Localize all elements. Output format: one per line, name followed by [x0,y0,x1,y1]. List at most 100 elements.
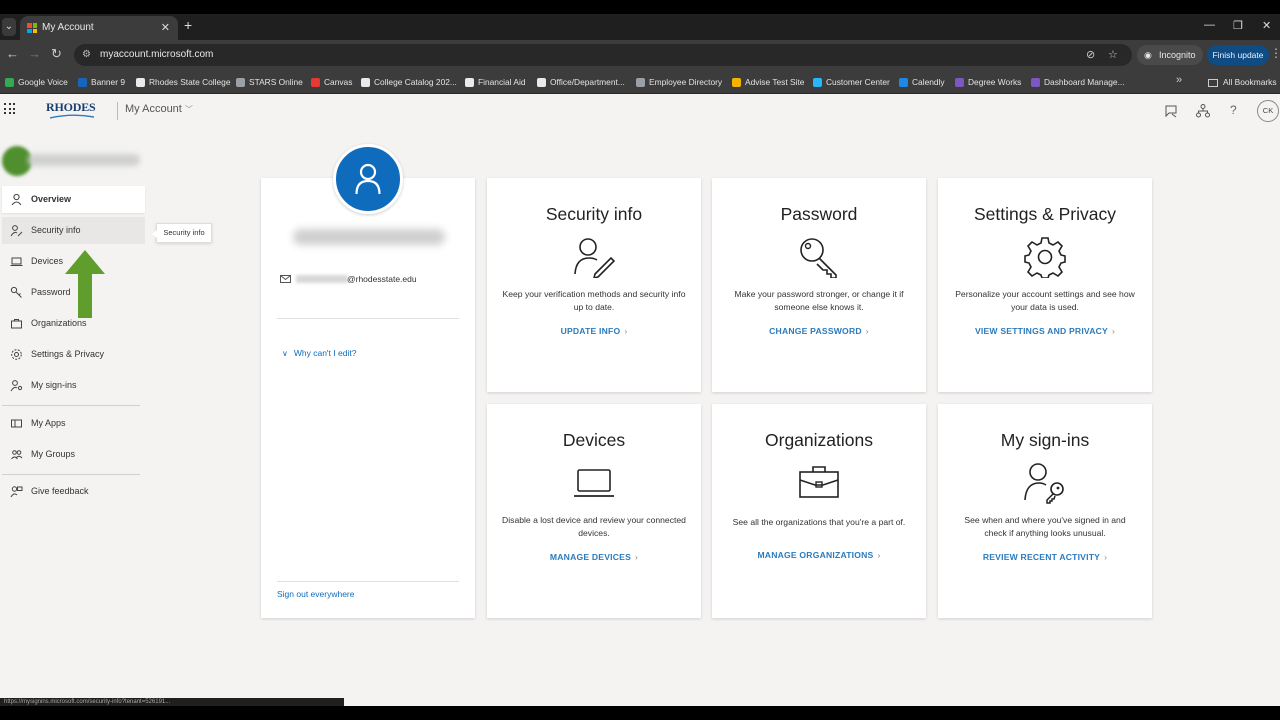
close-tab-icon[interactable]: ✕ [161,16,170,40]
card-my-sign-ins: My sign-ins See when and where you've si… [938,404,1152,618]
card-settings-privacy: Settings & Privacy Personalize your acco… [938,178,1152,392]
app-title-dropdown[interactable]: My Account ﹀ [125,103,193,115]
browser-menu-icon[interactable]: ⋮ [1270,46,1280,60]
bookmark-item[interactable]: Banner 9 [78,70,125,94]
new-tab-icon[interactable]: + [184,17,192,33]
bookmark-favicon-icon [732,78,741,88]
chevron-down-icon: ∨ [282,349,288,358]
logo-swoosh [50,114,94,119]
restore-icon[interactable]: ❐ [1233,19,1243,32]
sidebar-item-security-info[interactable]: Security info [2,217,145,244]
manage-organizations-link[interactable]: MANAGE ORGANIZATIONS › [712,550,926,560]
briefcase-icon [799,466,839,498]
update-info-link[interactable]: UPDATE INFO › [487,326,701,336]
all-bookmarks-button[interactable]: All Bookmarks [1208,70,1277,94]
user-avatar[interactable]: CK [1257,100,1279,122]
bookmark-favicon-icon [236,78,245,88]
manage-devices-link[interactable]: MANAGE DEVICES › [487,552,701,562]
bookmark-item[interactable]: Financial Aid [465,70,526,94]
chevron-right-icon: › [624,326,628,336]
person-icon [11,193,22,206]
bookmark-item[interactable]: College Catalog 202... [361,70,457,94]
minimize-icon[interactable]: — [1204,19,1215,31]
person-key-icon [1024,463,1064,504]
bookmark-favicon-icon [636,78,645,88]
view-settings-privacy-link[interactable]: VIEW SETTINGS AND PRIVACY › [938,326,1152,336]
card-description: Disable a lost device and review your co… [502,515,686,538]
person-key-icon [10,380,23,392]
card-password: Password Make your password stronger, or… [712,178,926,392]
review-recent-activity-link[interactable]: REVIEW RECENT ACTIVITY › [938,552,1152,562]
sign-out-everywhere-link[interactable]: Sign out everywhere [277,589,355,599]
chevron-right-icon: › [877,550,881,560]
email-domain: @rhodesstate.edu [347,274,417,284]
why-cant-edit-link[interactable]: ∨ Why can't I edit? [282,348,356,358]
bookmarks-bar: Google Voice Banner 9 Rhodes State Colle… [0,70,1280,94]
bookmark-item[interactable]: Canvas [311,70,352,94]
browser-tab[interactable]: My Account ✕ [20,16,178,40]
eye-off-icon[interactable]: ⊘ [1086,44,1095,66]
bookmark-item[interactable]: STARS Online [236,70,303,94]
chevron-right-icon: › [635,552,639,562]
letterbox-bottom [0,706,1280,720]
organization-logo[interactable]: RHODES [46,100,96,120]
profile-avatar[interactable] [333,144,403,214]
bookmark-favicon-icon [537,78,546,88]
sidebar-item-settings-privacy[interactable]: Settings & Privacy [2,341,145,368]
bookmark-favicon-icon [311,78,320,88]
status-bar-url: https://mysignins.microsoft.com/security… [0,698,344,706]
app-header: RHODES My Account ﹀ ? CK [0,94,1280,128]
bookmark-favicon-icon [465,78,474,88]
address-toolbar: ← → ↻ ⚙ myaccount.microsoft.com ⊘ ☆ ◉ In… [0,40,1280,70]
mail-icon [280,275,291,283]
bookmark-item[interactable]: Office/Department... [537,70,625,94]
card-description: Keep your verification methods and secur… [502,289,686,312]
incognito-badge[interactable]: ◉ Incognito [1137,45,1203,65]
tab-title: My Account [42,22,94,33]
bookmark-item[interactable]: Advise Test Site [732,70,804,94]
feedback-person-icon [10,486,23,498]
browser-window: ⌄ My Account ✕ + — ❐ ✕ ← → ↻ ⚙ myaccount… [0,14,1280,706]
close-window-icon[interactable]: ✕ [1262,19,1271,32]
bookmark-item[interactable]: Rhodes State College [136,70,230,94]
finish-update-button[interactable]: Finish update [1207,45,1269,65]
bookmark-item[interactable]: Degree Works [955,70,1021,94]
feedback-icon[interactable] [1163,103,1179,119]
back-icon[interactable]: ← [6,46,19,61]
sidebar-item-my-apps[interactable]: My Apps [2,410,145,437]
card-description: Personalize your account settings and se… [955,289,1135,312]
profile-name-redacted [28,154,140,166]
bookmark-item[interactable]: Dashboard Manage... [1031,70,1125,94]
sidebar-item-my-sign-ins[interactable]: My sign-ins [2,372,145,399]
reload-icon[interactable]: ↻ [51,46,62,62]
microsoft-logo-icon [27,23,37,33]
app-launcher-icon[interactable] [4,103,16,115]
site-info-icon[interactable]: ⚙ [82,44,91,66]
org-chart-icon[interactable] [1195,103,1211,119]
bookmark-item[interactable]: Customer Center [813,70,890,94]
profile-divider [277,318,459,319]
card-description: See when and where you've signed in and … [964,515,1126,538]
chevron-right-icon: › [865,326,869,336]
bookmark-item[interactable]: Google Voice [5,70,68,94]
sidebar-item-give-feedback[interactable]: Give feedback [2,478,145,505]
bookmark-favicon-icon [5,78,14,88]
more-bookmarks-icon[interactable]: » [1176,74,1182,86]
url-text: myaccount.microsoft.com [100,49,214,60]
bookmark-item[interactable]: Calendly [899,70,945,94]
sidebar-item-overview[interactable]: Overview [2,186,145,213]
sidebar-item-my-groups[interactable]: My Groups [2,441,145,468]
change-password-link[interactable]: CHANGE PASSWORD › [712,326,926,336]
sidebar-divider [2,405,140,406]
sidebar-profile [2,142,142,176]
chevron-down-icon: ﹀ [184,105,193,114]
forward-icon[interactable]: → [28,46,41,61]
bookmark-item[interactable]: Employee Directory [636,70,722,94]
card-organizations: Organizations See all the organizations … [712,404,926,618]
bookmark-star-icon[interactable]: ☆ [1108,44,1118,66]
help-icon[interactable]: ? [1230,103,1246,119]
card-security-info: Security info Keep your verification met… [487,178,701,392]
bookmark-favicon-icon [78,78,87,88]
tab-search-icon[interactable]: ⌄ [2,18,16,36]
address-bar[interactable]: ⚙ myaccount.microsoft.com ⊘ ☆ [74,44,1132,66]
